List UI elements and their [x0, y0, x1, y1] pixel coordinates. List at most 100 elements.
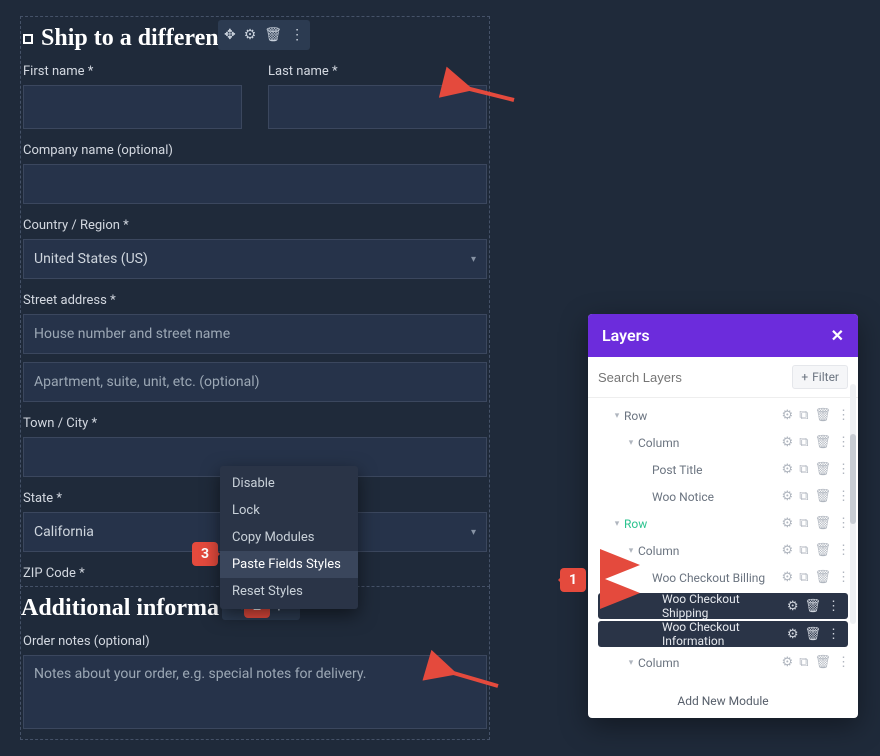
close-icon[interactable]: ✕ — [831, 326, 844, 345]
chevron-down-icon: ▾ — [471, 527, 476, 538]
gear-icon[interactable]: ⚙ — [244, 27, 257, 43]
dots-icon[interactable]: ⋮ — [837, 570, 850, 585]
layers-scrollbar[interactable] — [850, 384, 856, 624]
dup-icon[interactable]: ⧉ — [799, 655, 808, 670]
gear-icon[interactable]: ⚙ — [782, 435, 794, 450]
trash-icon[interactable]: 🗑 — [814, 516, 831, 531]
dots-icon[interactable]: ⋮ — [837, 462, 850, 477]
street-ph1: House number and street name — [34, 326, 230, 342]
gear-icon[interactable]: ⚙ — [782, 516, 794, 531]
layer-row[interactable]: Woo Notice⚙ ⧉ 🗑 ⋮ — [588, 483, 858, 510]
scrollbar-thumb[interactable] — [850, 434, 856, 524]
gear-icon[interactable]: ⚙ — [782, 570, 794, 585]
dots-icon[interactable]: ⋮ — [837, 655, 850, 670]
module-toolbar-shipping[interactable]: ✥ ⚙ 🗑 ⋮ — [218, 20, 310, 50]
dup-icon[interactable]: ⧉ — [799, 435, 808, 450]
annotation-arrow — [444, 666, 504, 696]
gear-icon[interactable]: ⚙ — [782, 655, 794, 670]
last-name-field: Last name * — [268, 64, 487, 129]
layer-row[interactable]: Woo Checkout Information⚙🗑⋮ — [598, 621, 848, 647]
layer-row[interactable]: ▾Column⚙ ⧉ 🗑 ⋮ — [588, 429, 858, 456]
trash-icon[interactable]: 🗑 — [814, 543, 831, 558]
gear-icon[interactable]: ⚙ — [782, 462, 794, 477]
annotation-arrow — [602, 558, 638, 572]
layer-label: Column — [638, 436, 782, 450]
caret-icon[interactable]: ▾ — [610, 411, 624, 421]
annotation-arrow — [460, 80, 520, 110]
layer-row[interactable]: ▾Column⚙ ⧉ 🗑 ⋮ — [588, 649, 858, 676]
layer-row-actions: ⚙ 🗑 ⋮ — [787, 627, 840, 642]
dup-icon[interactable]: ⧉ — [799, 408, 808, 423]
layer-label: Woo Notice — [652, 490, 782, 504]
layers-search-input[interactable] — [598, 370, 758, 385]
country-value: United States (US) — [34, 251, 148, 267]
last-name-input[interactable] — [268, 85, 487, 129]
annotation-marker-1: 1 — [560, 568, 586, 592]
gear-icon[interactable]: ⚙ — [787, 599, 799, 614]
dup-icon[interactable]: ⧉ — [799, 462, 808, 477]
street-input-1[interactable]: House number and street name — [23, 314, 487, 354]
street-input-2[interactable]: Apartment, suite, unit, etc. (optional) — [23, 362, 487, 402]
layer-label: Column — [638, 656, 782, 670]
more-icon[interactable]: ⋮ — [290, 27, 304, 43]
layers-search-row: + Filter — [588, 357, 858, 398]
layer-row-actions: ⚙ ⧉ 🗑 ⋮ — [782, 570, 850, 585]
ship-different-checkbox[interactable] — [23, 34, 33, 44]
filter-button[interactable]: + Filter — [792, 365, 848, 389]
trash-icon[interactable]: 🗑 — [264, 27, 282, 43]
layer-label: Column — [638, 544, 782, 558]
dots-icon[interactable]: ⋮ — [837, 408, 850, 423]
country-label: Country / Region * — [23, 218, 487, 233]
move-icon[interactable]: ✥ — [224, 27, 236, 43]
layer-label: Woo Checkout Billing — [652, 571, 782, 585]
layer-row[interactable]: ▾Row⚙ ⧉ 🗑 ⋮ — [588, 510, 858, 537]
dots-icon[interactable]: ⋮ — [827, 627, 840, 642]
trash-icon[interactable]: 🗑 — [804, 627, 821, 642]
dup-icon[interactable]: ⧉ — [799, 543, 808, 558]
trash-icon[interactable]: 🗑 — [814, 435, 831, 450]
layer-label: Row — [624, 517, 782, 531]
gear-icon[interactable]: ⚙ — [787, 627, 799, 642]
first-name-input[interactable] — [23, 85, 242, 129]
layer-row-actions: ⚙ ⧉ 🗑 ⋮ — [782, 408, 850, 423]
trash-icon[interactable]: 🗑 — [814, 570, 831, 585]
caret-icon[interactable]: ▾ — [624, 438, 638, 448]
layer-row[interactable]: Post Title⚙⧉🗑⋮ — [588, 456, 858, 483]
notes-placeholder: Notes about your order, e.g. special not… — [34, 666, 366, 682]
layer-row[interactable]: ▾Row⚙⧉🗑⋮ — [588, 402, 858, 429]
add-module-button[interactable]: Add New Module — [588, 684, 858, 718]
dots-icon[interactable]: ⋮ — [837, 489, 850, 504]
company-input[interactable] — [23, 164, 487, 204]
filter-label: Filter — [812, 370, 839, 384]
context-menu-item[interactable]: Copy Modules — [220, 524, 358, 551]
annotation-marker-3: 3 — [192, 542, 218, 566]
trash-icon[interactable]: 🗑 — [814, 408, 831, 423]
first-name-label: First name * — [23, 64, 242, 79]
plus-icon: + — [801, 370, 808, 384]
context-menu-item[interactable]: Paste Fields Styles — [220, 551, 358, 578]
dup-icon[interactable]: ⧉ — [799, 489, 808, 504]
gear-icon[interactable]: ⚙ — [782, 543, 794, 558]
dup-icon[interactable]: ⧉ — [799, 570, 808, 585]
layer-label: Woo Checkout Shipping — [662, 592, 787, 620]
trash-icon[interactable]: 🗑 — [814, 489, 831, 504]
gear-icon[interactable]: ⚙ — [782, 489, 794, 504]
caret-icon[interactable]: ▾ — [624, 546, 638, 556]
dup-icon[interactable]: ⧉ — [799, 516, 808, 531]
company-label: Company name (optional) — [23, 143, 487, 158]
caret-icon[interactable]: ▾ — [610, 519, 624, 529]
caret-icon[interactable]: ▾ — [624, 658, 638, 668]
context-menu-item[interactable]: Disable — [220, 470, 358, 497]
context-menu-item[interactable]: Lock — [220, 497, 358, 524]
dots-icon[interactable]: ⋮ — [837, 543, 850, 558]
dots-icon[interactable]: ⋮ — [827, 599, 840, 614]
dots-icon[interactable]: ⋮ — [837, 516, 850, 531]
dots-icon[interactable]: ⋮ — [837, 435, 850, 450]
gear-icon[interactable]: ⚙ — [782, 408, 794, 423]
order-notes-input[interactable]: Notes about your order, e.g. special not… — [23, 655, 487, 729]
trash-icon[interactable]: 🗑 — [804, 599, 821, 614]
trash-icon[interactable]: 🗑 — [814, 462, 831, 477]
country-select[interactable]: United States (US) ▾ — [23, 239, 487, 279]
trash-icon[interactable]: 🗑 — [814, 655, 831, 670]
context-menu-item[interactable]: Reset Styles — [220, 578, 358, 605]
